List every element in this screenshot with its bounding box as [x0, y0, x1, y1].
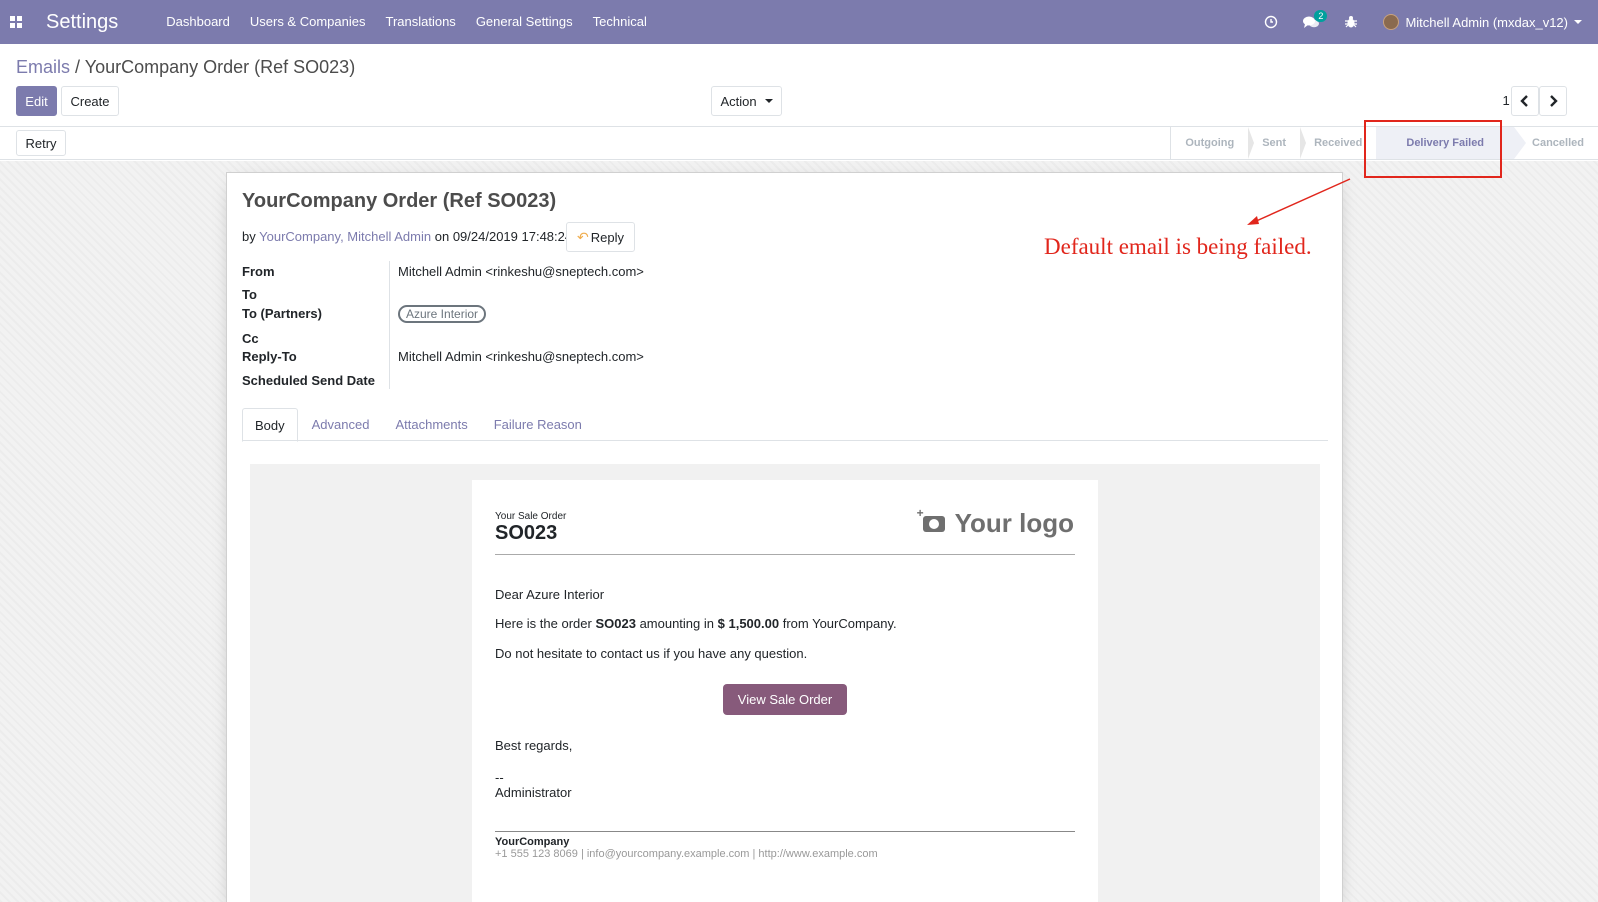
annotation-text: Default email is being failed.	[1044, 234, 1312, 259]
annotation-arrow	[1247, 178, 1351, 225]
